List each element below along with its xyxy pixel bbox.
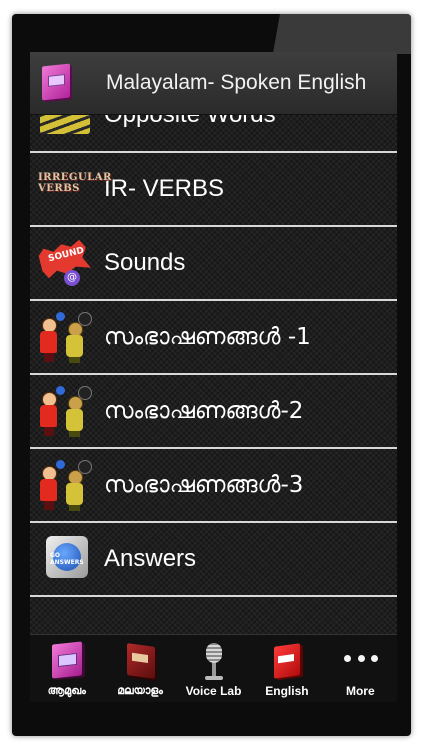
list-item-label: സംഭാഷണങ്ങൾ -1 bbox=[104, 324, 311, 350]
device-frame: Malayalam- Spoken English Opposite Words… bbox=[12, 14, 411, 736]
app-title: Malayalam- Spoken English bbox=[106, 71, 367, 94]
book-icon[interactable] bbox=[42, 63, 72, 101]
list-item-label: സംഭാഷണങ്ങൾ-3 bbox=[104, 472, 304, 498]
people-talking-icon bbox=[36, 384, 92, 438]
sound-icon: SOUND @ bbox=[36, 236, 92, 290]
more-dots-icon bbox=[343, 641, 379, 681]
tab-label: Voice Lab bbox=[185, 684, 242, 698]
microphone-icon bbox=[197, 641, 231, 681]
list-item-label: സംഭാഷണങ്ങൾ-2 bbox=[104, 398, 304, 424]
irregular-verbs-icon: IRREGULAR VERBS bbox=[36, 162, 112, 216]
tab-malayalam[interactable]: മലയാളം bbox=[103, 635, 176, 702]
list-item-label: Answers bbox=[104, 545, 197, 572]
tab-label: മലയാളം bbox=[117, 684, 163, 697]
tab-label: ആമുഖം bbox=[47, 684, 86, 697]
list-item-conversations-3[interactable]: സംഭാഷണങ്ങൾ-3 bbox=[30, 449, 397, 523]
tab-english[interactable]: English bbox=[250, 635, 323, 702]
list-item-conversations-2[interactable]: സംഭാഷണങ്ങൾ-2 bbox=[30, 375, 397, 449]
list-item-label: Sounds bbox=[104, 249, 186, 276]
list-item-conversations-1[interactable]: സംഭാഷണങ്ങൾ -1 bbox=[30, 301, 397, 375]
tab-label: More bbox=[345, 684, 375, 698]
thumb-text: VERBS bbox=[38, 183, 80, 194]
thumb-text: GO ANSWERS bbox=[50, 552, 84, 566]
menu-list[interactable]: Opposite Words IRREGULAR VERBS IR- VERBS bbox=[30, 114, 397, 634]
people-talking-icon bbox=[36, 458, 92, 512]
app-screen: Malayalam- Spoken English Opposite Words… bbox=[30, 52, 397, 702]
list-item-label: IR- VERBS bbox=[104, 175, 225, 202]
tab-more[interactable]: More bbox=[324, 635, 397, 702]
opposite-words-icon bbox=[36, 114, 92, 142]
tab-introduction[interactable]: ആമുഖം bbox=[30, 635, 103, 702]
tab-label: English bbox=[265, 684, 309, 698]
dark-red-book-icon bbox=[123, 641, 157, 681]
action-bar: Malayalam- Spoken English bbox=[30, 52, 397, 115]
pink-book-icon bbox=[50, 641, 84, 681]
list-item-label: Opposite Words bbox=[104, 114, 276, 128]
tab-voice-lab[interactable]: Voice Lab bbox=[177, 635, 250, 702]
people-talking-icon bbox=[36, 310, 92, 364]
list-item-ir-verbs[interactable]: IRREGULAR VERBS IR- VERBS bbox=[30, 153, 397, 227]
bottom-tab-bar: ആമുഖം മലയാളം Voice Lab English More bbox=[30, 634, 397, 702]
list-item-answers[interactable]: GO ANSWERS Answers bbox=[30, 523, 397, 597]
thumb-text: IRREGULAR bbox=[38, 172, 112, 183]
list-item-sounds[interactable]: SOUND @ Sounds bbox=[30, 227, 397, 301]
red-book-icon bbox=[270, 641, 304, 681]
list-item-opposite-words[interactable]: Opposite Words bbox=[30, 114, 397, 153]
thumb-symbol: @ bbox=[64, 270, 80, 286]
answers-button-icon: GO ANSWERS bbox=[36, 532, 92, 586]
frame-glare bbox=[241, 14, 411, 54]
